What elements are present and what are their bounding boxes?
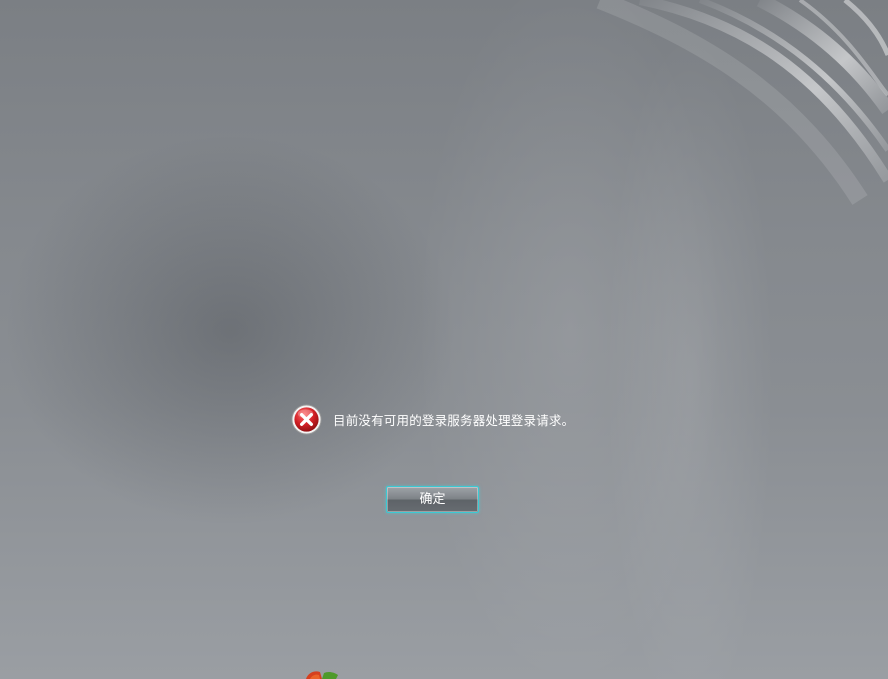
ok-button[interactable]: 确定 xyxy=(386,486,479,513)
error-message-row: 目前没有可用的登录服务器处理登录请求。 xyxy=(291,403,574,435)
windows-logo-icon xyxy=(306,671,338,679)
error-message-text: 目前没有可用的登录服务器处理登录请求。 xyxy=(333,412,575,428)
background-light-streaks xyxy=(596,0,888,205)
error-icon xyxy=(291,403,322,435)
